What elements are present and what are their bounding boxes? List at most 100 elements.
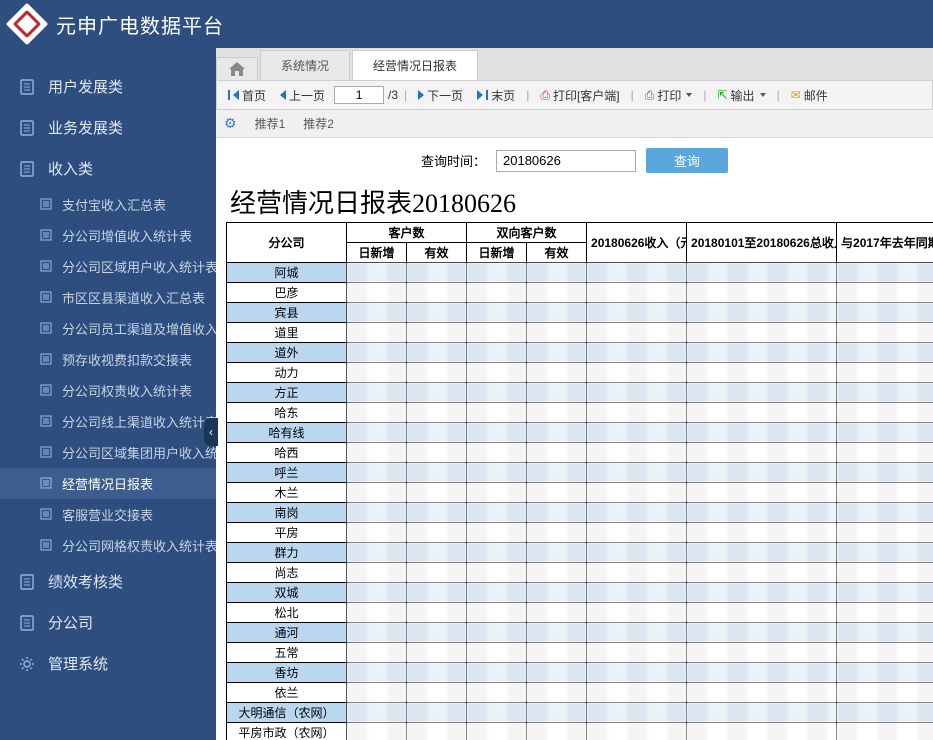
sidebar-category[interactable]: 管理系统 xyxy=(0,643,216,684)
cell-value xyxy=(467,703,527,723)
cell-value xyxy=(467,603,527,623)
table-row: 动力 xyxy=(227,363,933,383)
cell-value xyxy=(467,323,527,343)
sidebar-category[interactable]: 绩效考核类 xyxy=(0,561,216,602)
cell-value xyxy=(527,723,587,740)
cell-value xyxy=(347,643,407,663)
cell-branch: 南岗 xyxy=(227,503,347,523)
sidebar-item[interactable]: 分公司员工渠道及增值收入... xyxy=(0,313,216,344)
cell-value xyxy=(527,303,587,323)
sidebar-item[interactable]: 经营情况日报表 xyxy=(0,468,216,499)
sidebar-category-label: 业务发展类 xyxy=(48,117,123,138)
report-icon xyxy=(40,477,54,491)
sidebar-item[interactable]: 分公司区域集团用户收入统... xyxy=(0,437,216,468)
cell-value xyxy=(527,683,587,703)
cell-value xyxy=(837,663,933,683)
sidebar-item[interactable]: 分公司区域用户收入统计表 xyxy=(0,251,216,282)
label: 上一页 xyxy=(289,87,325,104)
query-label: 查询时间： xyxy=(421,151,486,170)
table-row: 巴彦 xyxy=(227,283,933,303)
page-number-input[interactable] xyxy=(334,86,384,104)
tab[interactable]: 系统情况 xyxy=(260,50,350,80)
cell-value xyxy=(407,703,467,723)
cell-value xyxy=(347,703,407,723)
col-customers: 客户数 xyxy=(347,223,467,243)
sidebar-item[interactable]: 市区区县渠道收入汇总表 xyxy=(0,282,216,313)
cell-branch: 哈东 xyxy=(227,403,347,423)
sidebar-item[interactable]: 分公司网格权责收入统计表 xyxy=(0,530,216,561)
mail-button[interactable]: ✉邮件 xyxy=(786,85,833,106)
print-button[interactable]: ⎙打印 xyxy=(640,85,698,106)
sidebar: 用户发展类业务发展类收入类支付宝收入汇总表分公司增值收入统计表分公司区域用户收入… xyxy=(0,48,216,740)
cell-value xyxy=(467,403,527,423)
cell-value xyxy=(587,443,687,463)
cell-value xyxy=(407,623,467,643)
sidebar-item[interactable]: 预存收视费扣款交接表 xyxy=(0,344,216,375)
cell-value xyxy=(347,563,407,583)
query-date-input[interactable] xyxy=(496,150,636,172)
sidebar-item[interactable]: 客服营业交接表 xyxy=(0,499,216,530)
cell-value xyxy=(687,623,837,643)
sidebar-item[interactable]: 分公司权责收入统计表 xyxy=(0,375,216,406)
report-table: 分公司 客户数 双向客户数 20180626收入（元） 20180101至201… xyxy=(226,222,933,740)
sidebar-item[interactable]: 分公司线上渠道收入统计表 xyxy=(0,406,216,437)
last-page-button[interactable]: 末页 xyxy=(472,85,520,106)
sidebar-item[interactable]: 支付宝收入汇总表 xyxy=(0,189,216,220)
print-client-button[interactable]: ⎙打印[客户端] xyxy=(535,85,624,106)
cell-value xyxy=(687,303,837,323)
cell-branch: 哈西 xyxy=(227,443,347,463)
cell-value xyxy=(407,483,467,503)
sidebar-collapse-handle[interactable]: ‹ xyxy=(204,418,218,446)
cell-value xyxy=(587,363,687,383)
tab-home[interactable] xyxy=(216,57,258,80)
cell-value xyxy=(347,523,407,543)
cell-value xyxy=(467,523,527,543)
cell-branch: 五常 xyxy=(227,643,347,663)
cell-branch: 平房 xyxy=(227,523,347,543)
cell-value xyxy=(347,683,407,703)
gear-icon xyxy=(18,655,36,673)
filter-recommend-1[interactable]: 推荐1 xyxy=(255,115,286,132)
table-row: 南岗 xyxy=(227,503,933,523)
sidebar-category[interactable]: 收入类 xyxy=(0,148,216,189)
cell-branch: 群力 xyxy=(227,543,347,563)
sidebar-category[interactable]: 分公司 xyxy=(0,602,216,643)
cell-branch: 松北 xyxy=(227,603,347,623)
cell-value xyxy=(407,443,467,463)
filter-icon[interactable]: ⚙ xyxy=(224,115,237,132)
cell-value xyxy=(527,343,587,363)
sidebar-item[interactable]: 分公司增值收入统计表 xyxy=(0,220,216,251)
label: 打印 xyxy=(657,87,681,104)
sidebar-category[interactable]: 业务发展类 xyxy=(0,107,216,148)
cell-value xyxy=(587,383,687,403)
cell-value xyxy=(687,663,837,683)
cell-value xyxy=(467,483,527,503)
cell-value xyxy=(837,403,933,423)
cell-value xyxy=(467,643,527,663)
table-row: 道里 xyxy=(227,323,933,343)
cell-value xyxy=(687,503,837,523)
prev-page-button[interactable]: 上一页 xyxy=(275,85,330,106)
cell-value xyxy=(467,683,527,703)
col-branch: 分公司 xyxy=(227,223,347,263)
cell-value xyxy=(347,403,407,423)
cell-value xyxy=(837,543,933,563)
cell-value xyxy=(407,503,467,523)
cell-value xyxy=(527,543,587,563)
query-button[interactable]: 查询 xyxy=(646,148,728,173)
next-page-button[interactable]: 下一页 xyxy=(413,85,468,106)
sidebar-category-label: 收入类 xyxy=(48,158,93,179)
tab[interactable]: 经营情况日报表 xyxy=(352,50,478,80)
filter-recommend-2[interactable]: 推荐2 xyxy=(303,115,334,132)
col-new2: 日新增 xyxy=(467,243,527,263)
export-button[interactable]: ⇱输出 xyxy=(712,85,770,106)
first-page-button[interactable]: 首页 xyxy=(223,85,271,106)
report-icon xyxy=(40,291,54,305)
cell-value xyxy=(467,543,527,563)
cell-value xyxy=(467,663,527,683)
cell-value xyxy=(527,263,587,283)
cell-value xyxy=(347,383,407,403)
cell-value xyxy=(407,263,467,283)
cell-value xyxy=(347,443,407,463)
sidebar-category[interactable]: 用户发展类 xyxy=(0,66,216,107)
